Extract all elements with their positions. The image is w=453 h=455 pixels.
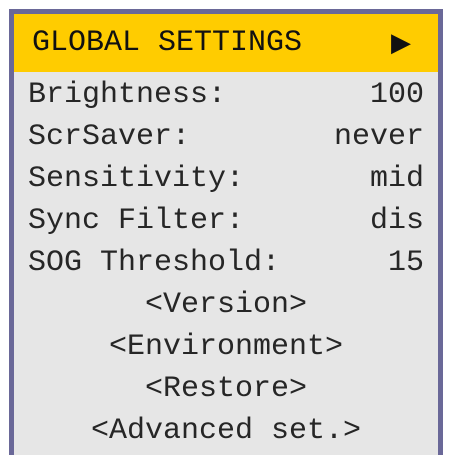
right-triangle-icon: ▶ bbox=[391, 28, 411, 58]
setting-sync-filter[interactable]: Sync Filter: dis bbox=[28, 200, 424, 242]
setting-label: Sensitivity: bbox=[28, 162, 245, 196]
setting-value: dis bbox=[369, 204, 424, 238]
action-environment[interactable]: <Environment> bbox=[14, 326, 438, 368]
setting-sensitivity[interactable]: Sensitivity: mid bbox=[28, 158, 424, 200]
action-version[interactable]: <Version> bbox=[14, 284, 438, 326]
setting-label: Sync Filter: bbox=[28, 204, 245, 238]
menu-title: GLOBAL SETTINGS bbox=[32, 26, 303, 60]
action-restore[interactable]: <Restore> bbox=[14, 368, 438, 410]
setting-value: never bbox=[333, 120, 424, 154]
setting-label: Brightness: bbox=[28, 78, 227, 112]
action-advanced-settings[interactable]: <Advanced set.> bbox=[14, 410, 438, 452]
setting-scrsaver[interactable]: ScrSaver: never bbox=[28, 116, 424, 158]
setting-label: SOG Threshold: bbox=[28, 246, 281, 280]
menu-header[interactable]: GLOBAL SETTINGS ▶ bbox=[14, 14, 438, 72]
setting-value: 15 bbox=[387, 246, 424, 280]
setting-brightness[interactable]: Brightness: 100 bbox=[28, 74, 424, 116]
setting-value: 100 bbox=[369, 78, 424, 112]
setting-label: ScrSaver: bbox=[28, 120, 191, 154]
osd-menu-panel: GLOBAL SETTINGS ▶ Brightness: 100 ScrSav… bbox=[9, 9, 443, 455]
setting-value: mid bbox=[369, 162, 424, 196]
setting-sog-threshold[interactable]: SOG Threshold: 15 bbox=[28, 242, 424, 284]
